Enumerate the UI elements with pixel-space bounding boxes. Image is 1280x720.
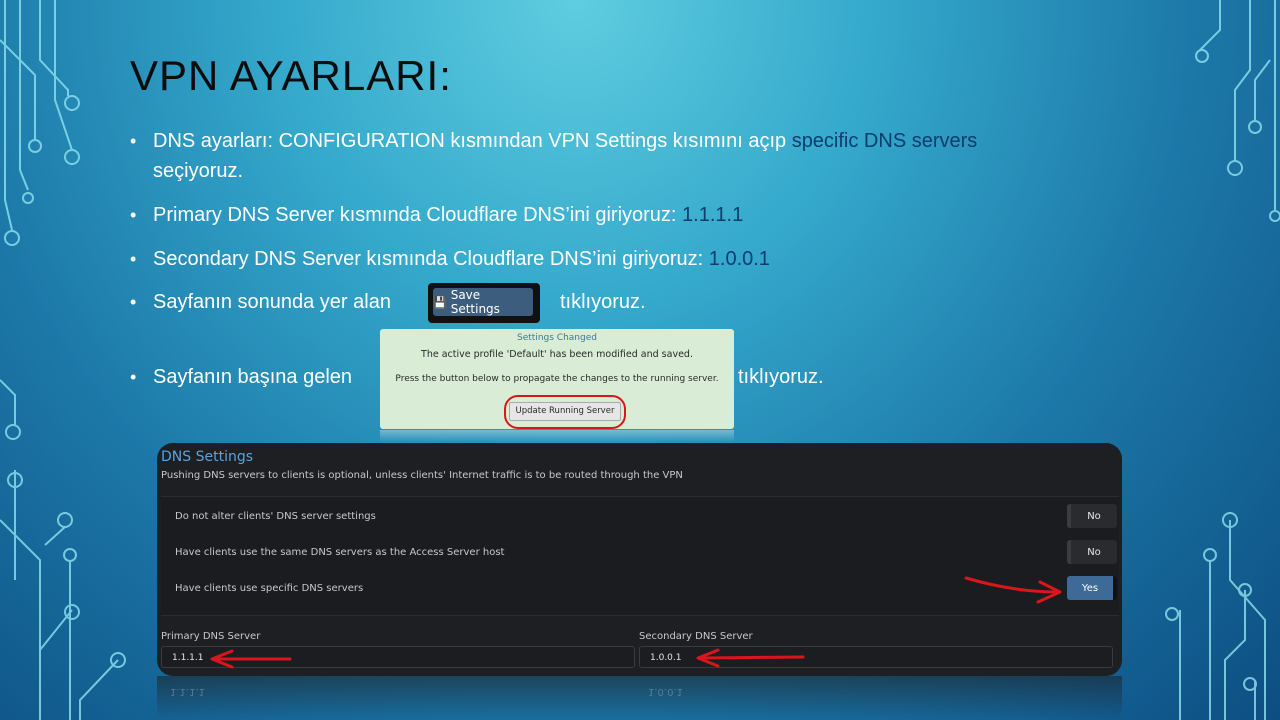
bullet-text-end: tıklıyoruz. xyxy=(738,366,824,388)
settings-changed-notice: Settings Changed The active profile 'Def… xyxy=(380,329,734,429)
slide-title: VPN AYARLARI: xyxy=(130,52,452,99)
bullet-dot: • xyxy=(130,292,137,312)
dns-options: Do not alter clients' DNS server setting… xyxy=(161,496,1119,616)
bullet-text: DNS ayarları: CONFIGURATION kısmından VP… xyxy=(153,130,792,152)
save-settings-button[interactable]: 💾 Save Settings xyxy=(433,288,533,316)
highlight-primary-ip: 1.1.1.1 xyxy=(682,204,744,226)
bullet-text-cont: seçiyoruz. xyxy=(153,160,244,182)
toggle-do-not-alter[interactable]: No xyxy=(1067,504,1117,528)
save-button-screenshot: 💾 Save Settings xyxy=(428,283,540,323)
reflection-secondary-value: 1.0.0.1 xyxy=(648,686,683,697)
option-same-dns: Have clients use the same DNS servers as… xyxy=(175,547,505,558)
red-highlight-oval xyxy=(504,395,626,429)
reflection-primary-value: 1.1.1.1 xyxy=(170,686,205,697)
save-icon: 💾 xyxy=(433,295,447,309)
toggle-same-dns[interactable]: No xyxy=(1067,540,1117,564)
secondary-dns-label: Secondary DNS Server xyxy=(639,631,753,642)
notice-title: Settings Changed xyxy=(517,333,597,343)
bullet-text: Primary DNS Server kısmında Cloudflare D… xyxy=(153,204,683,226)
notice-reflection xyxy=(380,430,734,442)
bullet-dot: • xyxy=(130,367,137,387)
bullet-dot: • xyxy=(130,131,137,151)
panel-subtitle: Pushing DNS servers to clients is option… xyxy=(161,470,683,481)
save-button-label: Save Settings xyxy=(450,288,500,316)
option-specific-dns: Have clients use specific DNS servers xyxy=(175,583,364,594)
panel-title: DNS Settings xyxy=(161,449,254,465)
bullet-text: Sayfanın sonunda yer alan xyxy=(153,291,391,313)
bullet-text: Secondary DNS Server kısmında Cloudflare… xyxy=(153,248,709,270)
highlight-specific-dns: specific DNS servers xyxy=(791,130,978,152)
dns-settings-panel: DNS Settings Pushing DNS servers to clie… xyxy=(157,443,1122,676)
secondary-dns-field[interactable]: 1.0.0.1 xyxy=(639,646,1113,668)
bullet-text: Sayfanın başına gelen xyxy=(153,366,353,388)
bullet-dot: • xyxy=(130,249,137,269)
notice-instruction: Press the button below to propagate the … xyxy=(395,374,719,384)
primary-dns-field[interactable]: 1.1.1.1 xyxy=(161,646,635,668)
bullet-dot: • xyxy=(130,205,137,225)
notice-message: The active profile 'Default' has been mo… xyxy=(421,349,693,360)
toggle-specific-dns[interactable]: Yes xyxy=(1067,576,1117,600)
option-do-not-alter: Do not alter clients' DNS server setting… xyxy=(175,511,376,522)
primary-dns-label: Primary DNS Server xyxy=(161,631,261,642)
highlight-secondary-ip: 1.0.0.1 xyxy=(708,248,770,270)
bullet-text-end: tıklıyoruz. xyxy=(560,291,646,313)
panel-reflection xyxy=(157,676,1122,720)
